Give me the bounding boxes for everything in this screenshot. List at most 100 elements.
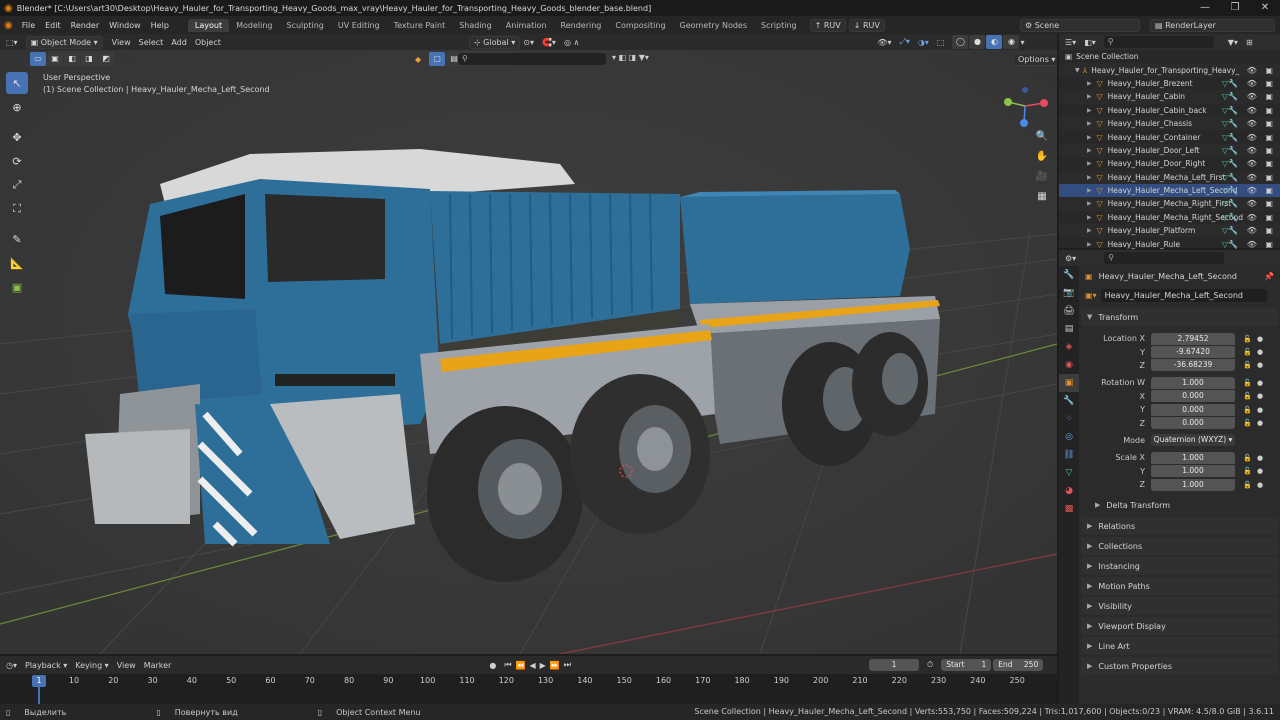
menu-render[interactable]: Render bbox=[66, 21, 104, 30]
scene-tab-icon[interactable]: ◈ bbox=[1059, 338, 1079, 356]
expand-arrow-icon[interactable]: ▶ bbox=[1087, 200, 1092, 207]
visibility-toggle-icons[interactable]: 👁 ▣ bbox=[1247, 79, 1276, 88]
rendered-shading-icon[interactable]: ◉ bbox=[1003, 35, 1020, 49]
modifier-wrench-icon[interactable]: 🔧 bbox=[1228, 119, 1238, 128]
expand-arrow-icon[interactable]: ▶ bbox=[1087, 241, 1092, 248]
keyframe-dot-icon[interactable]: ● bbox=[1257, 392, 1263, 400]
outliner-item[interactable]: ▶ ▽ Heavy_Hauler_Cabin ▽ 🔧 👁 ▣ bbox=[1059, 90, 1280, 104]
rotation-mode-select[interactable]: Quaternion (WXYZ) ▾ bbox=[1151, 434, 1235, 447]
minimize-button[interactable]: — bbox=[1190, 0, 1220, 16]
jump-keyframe-back-icon[interactable]: ⏪ bbox=[516, 661, 526, 670]
add-cube-tool-icon[interactable]: ▣ bbox=[6, 276, 28, 298]
jump-end-icon[interactable]: ⏭ bbox=[564, 660, 571, 670]
tab-layout[interactable]: Layout bbox=[187, 18, 230, 32]
keyframe-dot-icon[interactable]: ● bbox=[1257, 454, 1263, 462]
tab-uv-editing[interactable]: UV Editing bbox=[331, 19, 387, 32]
constraints-tab-icon[interactable]: ⛓ bbox=[1059, 446, 1079, 464]
custom-properties-panel-header[interactable]: ▶ Custom Properties bbox=[1081, 657, 1278, 676]
tab-compositing[interactable]: Compositing bbox=[608, 19, 672, 32]
keyframe-dot-icon[interactable]: ● bbox=[1257, 481, 1263, 489]
rotation-z-field[interactable]: 0.000 bbox=[1151, 417, 1235, 430]
world-tab-icon[interactable]: ◉ bbox=[1059, 356, 1079, 374]
record-icon[interactable]: ● bbox=[489, 661, 496, 670]
menu-window[interactable]: Window bbox=[104, 21, 146, 30]
object-datablock-icon[interactable]: ▣▾ bbox=[1085, 291, 1097, 300]
visibility-toggle-icons[interactable]: 👁 ▣ bbox=[1247, 186, 1276, 195]
visibility-toggle-icons[interactable]: 👁 ▣ bbox=[1247, 146, 1276, 155]
visibility-panel-header[interactable]: ▶ Visibility bbox=[1081, 597, 1278, 616]
menu-object[interactable]: Object bbox=[195, 38, 221, 47]
scene-collection-row[interactable]: ▣ Scene Collection bbox=[1059, 50, 1280, 63]
scene-selector[interactable]: ⚙ Scene bbox=[1020, 18, 1140, 32]
lock-icon[interactable]: 🔓 bbox=[1243, 361, 1252, 369]
visibility-toggle-icons[interactable]: 👁 ▣ bbox=[1247, 119, 1276, 128]
scale-tool-icon[interactable]: ⤢ bbox=[6, 174, 28, 196]
menu-select[interactable]: Select bbox=[139, 38, 164, 47]
shading-options-icon[interactable]: ▾ bbox=[1020, 38, 1024, 47]
tab-animation[interactable]: Animation bbox=[499, 19, 554, 32]
menu-file[interactable]: File bbox=[17, 21, 40, 30]
gizmo-toggle-icon[interactable]: ⤢▾ bbox=[900, 37, 910, 47]
snap-icon[interactable]: 🧲▾ bbox=[542, 38, 556, 47]
outliner-editor-icon[interactable]: ☰▾ bbox=[1065, 38, 1076, 47]
jump-start-icon[interactable]: ⏮ bbox=[504, 660, 511, 670]
proportional-edit-icon[interactable]: ◎ ∧ bbox=[564, 38, 579, 47]
modifier-wrench-icon[interactable]: 🔧 bbox=[1228, 199, 1238, 208]
lock-icon[interactable]: 🔓 bbox=[1243, 419, 1252, 427]
3d-viewport[interactable]: ⬚▾ ▣ Object Mode ▾ View Select Add Objec… bbox=[0, 34, 1057, 654]
expand-arrow-icon[interactable]: ▶ bbox=[1087, 93, 1092, 100]
keyframe-dot-icon[interactable]: ● bbox=[1257, 335, 1263, 343]
lock-icon[interactable]: 🔓 bbox=[1243, 379, 1252, 387]
menu-keying[interactable]: Keying ▾ bbox=[75, 661, 108, 670]
ruv-button-1[interactable]: ↑ RUV bbox=[809, 18, 846, 32]
tab-modeling[interactable]: Modeling bbox=[229, 19, 279, 32]
filter-mesh-icon[interactable]: ▢ bbox=[429, 52, 446, 66]
modifier-wrench-icon[interactable]: 🔧 bbox=[1228, 226, 1238, 235]
display-mode-icon[interactable]: ◧▾ bbox=[1084, 38, 1096, 47]
expand-arrow-icon[interactable]: ▶ bbox=[1087, 80, 1092, 87]
expand-arrow-icon[interactable]: ▶ bbox=[1087, 134, 1092, 141]
visibility-icon[interactable]: 👁▾ bbox=[877, 38, 891, 47]
modifier-wrench-icon[interactable]: 🔧 bbox=[1228, 240, 1238, 249]
filter-icon[interactable]: ▼▾ bbox=[1228, 38, 1238, 47]
tab-geometry-nodes[interactable]: Geometry Nodes bbox=[673, 19, 754, 32]
keyframe-dot-icon[interactable]: ● bbox=[1257, 379, 1263, 387]
options-button[interactable]: Options ▾ bbox=[1013, 53, 1057, 66]
tab-shading[interactable]: Shading bbox=[452, 19, 499, 32]
motion-paths-panel-header[interactable]: ▶ Motion Paths bbox=[1081, 577, 1278, 596]
select-box-tool-icon[interactable]: ↖ bbox=[6, 72, 28, 94]
visibility-toggle-icons[interactable]: 👁 ▣ bbox=[1247, 106, 1276, 115]
wireframe-shading-icon[interactable]: ◯ bbox=[952, 35, 969, 49]
texture-tab-icon[interactable]: ▩ bbox=[1059, 500, 1079, 518]
visibility-toggle-icons[interactable]: 👁 ▣ bbox=[1247, 173, 1276, 182]
current-frame-indicator[interactable]: 1 bbox=[32, 675, 46, 687]
ortho-grid-icon[interactable]: ▦ bbox=[1032, 186, 1052, 206]
menu-help[interactable]: Help bbox=[146, 21, 174, 30]
editor-type-icon[interactable]: ⬚▾ bbox=[6, 38, 18, 47]
jump-keyframe-forward-icon[interactable]: ⏩ bbox=[550, 661, 560, 670]
outliner-item[interactable]: ▶ ▽ Heavy_Hauler_Rule ▽ 🔧 👁 ▣ bbox=[1059, 237, 1280, 250]
select-extend-icon[interactable]: ▣ bbox=[47, 52, 63, 66]
mode-selector[interactable]: ▣ Object Mode ▾ bbox=[25, 35, 103, 49]
timeline-editor-icon[interactable]: ◷▾ bbox=[6, 661, 17, 670]
location-z-field[interactable]: -36.68239 bbox=[1151, 359, 1235, 372]
visibility-toggle-icons[interactable]: 👁 ▣ bbox=[1247, 92, 1276, 101]
xray-icon[interactable]: ⬚ bbox=[937, 38, 945, 47]
line-art-panel-header[interactable]: ▶ Line Art bbox=[1081, 637, 1278, 656]
outliner-search-input[interactable]: ⚲ bbox=[1103, 36, 1214, 48]
menu-timeline-view[interactable]: View bbox=[117, 661, 136, 670]
collection-row[interactable]: ▼ ⅄ Heavy_Hauler_for_Transporting_Heavy_… bbox=[1059, 63, 1280, 77]
transform-panel-header[interactable]: ▼ Transform bbox=[1081, 308, 1278, 326]
collection-visibility-icons[interactable]: 👁 ▣ bbox=[1247, 66, 1276, 75]
expand-arrow-icon[interactable]: ▶ bbox=[1087, 107, 1092, 114]
material-shading-icon[interactable]: ◐ bbox=[986, 35, 1003, 49]
relations-panel-header[interactable]: ▶ Relations bbox=[1081, 517, 1278, 536]
modifier-wrench-icon[interactable]: 🔧 bbox=[1228, 133, 1238, 142]
lock-icon[interactable]: 🔓 bbox=[1243, 392, 1252, 400]
menu-playback[interactable]: Playback ▾ bbox=[25, 661, 67, 670]
location-x-field[interactable]: 2.79452 bbox=[1151, 332, 1235, 345]
modifier-wrench-icon[interactable]: 🔧 bbox=[1228, 92, 1238, 101]
visibility-toggle-icons[interactable]: 👁 ▣ bbox=[1247, 159, 1276, 168]
transform-tool-icon[interactable]: ⛶ bbox=[6, 198, 28, 220]
keyframe-dot-icon[interactable]: ● bbox=[1257, 348, 1263, 356]
